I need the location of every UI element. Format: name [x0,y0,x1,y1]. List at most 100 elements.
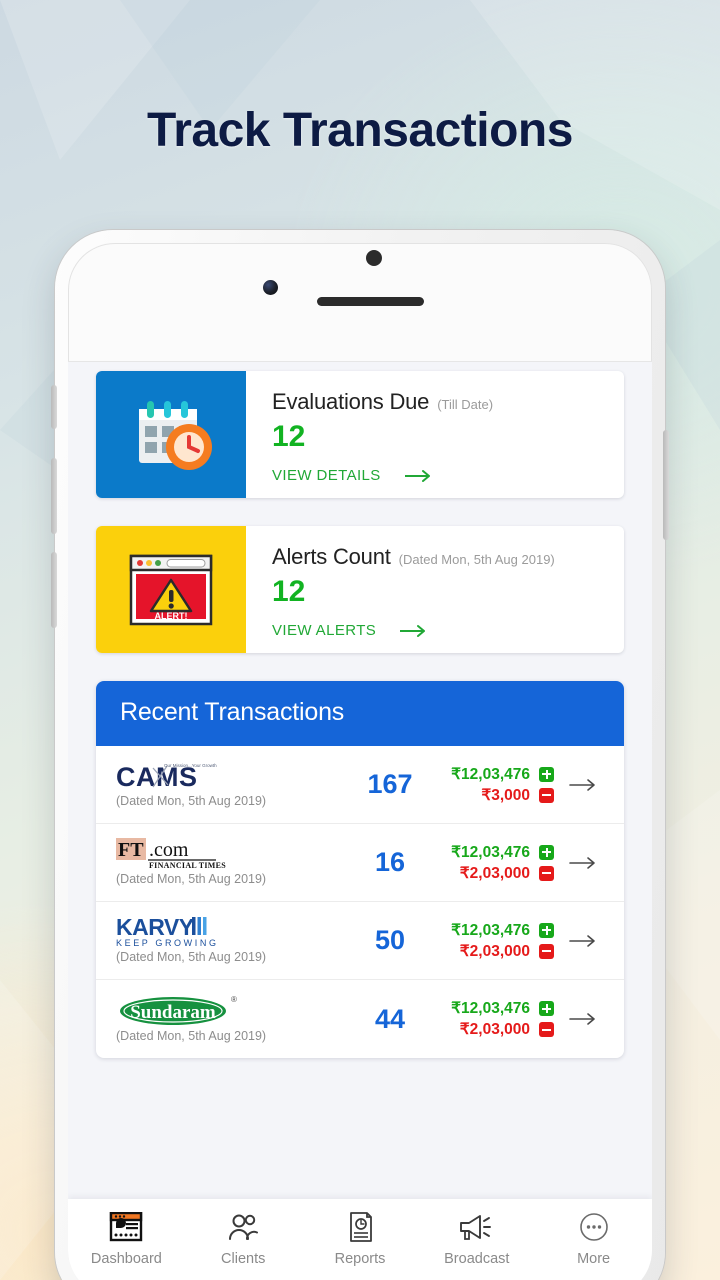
nav-label: Reports [334,1251,386,1267]
arrow-right-icon [400,624,426,637]
row-amounts: ₹12,03,476 ₹2,03,000 [446,843,560,883]
row-arrow-button[interactable] [560,1012,608,1026]
row-amounts: ₹12,03,476 ₹2,03,000 [446,999,560,1039]
svg-text:ALERT!: ALERT! [155,611,188,621]
earpiece-speaker [317,297,424,306]
phone-screen-area: Evaluations Due (Till Date) 12 VIEW DETA… [68,243,652,1280]
sundaram-logo: Sundaram ® [116,995,334,1026]
svg-text:Sundaram: Sundaram [130,1002,216,1023]
phone-button-power [663,430,669,540]
row-count: 167 [367,769,413,799]
nav-item-reports[interactable]: Reports [302,1210,419,1267]
card-body: Evaluations Due (Till Date) 12 VIEW DETA… [246,371,624,498]
nav-item-clients[interactable]: Clients [185,1210,302,1267]
dashboard-icon [109,1210,143,1244]
row-date: (Dated Mon, 5th Aug 2019) [116,794,267,808]
row-amount-in: ₹12,03,476 [451,765,530,783]
plus-badge-icon [539,844,554,860]
phone-button-volume-up [51,458,57,534]
clients-icon [226,1210,260,1244]
bottom-navigation: Dashboard Clients Reports Broadcast More [68,1199,652,1280]
row-count: 50 [374,925,406,955]
plus-badge-icon [539,1001,554,1016]
row-count: 16 [374,847,406,877]
reports-icon [343,1210,377,1244]
row-amount-in: ₹12,03,476 [451,921,530,939]
svg-text:®: ® [231,995,237,1004]
card-count: 12 [272,420,306,453]
table-row[interactable]: Sundaram ® (Dated Mon, 5th Aug 2019) 44 … [96,980,624,1058]
minus-badge-icon [539,943,554,959]
svg-text:KEEP GROWING: KEEP GROWING [116,938,219,948]
plus-badge-icon [539,922,554,938]
view-alerts-label: VIEW ALERTS [272,622,377,639]
arrow-right-icon [569,778,595,791]
svg-text:FT: FT [118,839,144,861]
minus-badge-icon [539,787,554,803]
svg-text:FINANCIAL TIMES: FINANCIAL TIMES [149,861,226,870]
sensor-dot-icon [366,250,382,266]
nav-label: Dashboard [90,1251,162,1267]
card-count: 12 [272,575,306,608]
row-amount-in: ₹12,03,476 [451,843,530,861]
card-evaluations-due[interactable]: Evaluations Due (Till Date) 12 VIEW DETA… [96,371,624,498]
page-title: Track Transactions [147,104,573,157]
view-details-button[interactable]: VIEW DETAILS [272,467,624,484]
nav-label: Broadcast [444,1251,510,1267]
row-company: Sundaram ® (Dated Mon, 5th Aug 2019) [116,995,334,1043]
svg-text:Our Mission...Your Growth: Our Mission...Your Growth [164,763,217,768]
nav-item-more[interactable]: More [535,1210,652,1267]
row-date: (Dated Mon, 5th Aug 2019) [116,872,267,886]
minus-badge-icon [539,1022,554,1037]
card-body: Alerts Count (Dated Mon, 5th Aug 2019) 1… [246,526,624,653]
card-title: Evaluations Due [272,389,430,414]
row-amount-out: ₹2,03,000 [459,942,530,960]
arrow-right-icon [404,469,430,482]
row-company: FT .com FINANCIAL TIMES (Dated Mon, 5th … [116,838,334,886]
ft-com-logo: FT .com FINANCIAL TIMES [116,838,334,870]
recent-transactions-card: Recent Transactions CAMS Our Mission...Y… [96,681,624,1058]
arrow-right-icon [569,1013,595,1025]
card-subtitle: (Till Date) [437,397,494,412]
nav-item-broadcast[interactable]: Broadcast [418,1210,535,1267]
cams-logo: CAMS Our Mission...Your Growth [116,761,334,792]
row-arrow-button[interactable] [560,856,608,870]
phone-button-silent [51,385,57,429]
card-title: Alerts Count [272,544,391,569]
alert-window-icon: ALERT! [96,526,246,653]
row-company: CAMS Our Mission...Your Growth (Dated Mo… [116,761,334,808]
calendar-clock-icon [96,371,246,498]
minus-badge-icon [539,865,554,881]
karvy-logo: KARVY KEEP GROWING [116,915,334,948]
app-screen: Evaluations Due (Till Date) 12 VIEW DETA… [68,361,652,1280]
row-amounts: ₹12,03,476 ₹2,03,000 [446,921,560,961]
screen-top-divider [68,361,652,362]
nav-label: More [577,1251,611,1267]
more-ellipsis-icon [579,1210,609,1244]
view-details-label: VIEW DETAILS [272,467,381,484]
card-subtitle: (Dated Mon, 5th Aug 2019) [398,552,555,567]
table-row[interactable]: KARVY KEEP GROWING (Dated Mon, 5th Aug 2… [96,902,624,980]
row-amount-in: ₹12,03,476 [451,1000,530,1017]
view-alerts-button[interactable]: VIEW ALERTS [272,622,624,639]
table-row[interactable]: FT .com FINANCIAL TIMES (Dated Mon, 5th … [96,824,624,902]
front-camera-icon [263,280,278,295]
row-amounts: ₹12,03,476 ₹3,000 [446,765,560,805]
nav-item-dashboard[interactable]: Dashboard [68,1210,185,1267]
row-company: KARVY KEEP GROWING (Dated Mon, 5th Aug 2… [116,915,334,964]
row-amount-out: ₹2,03,000 [459,864,530,882]
card-alerts-count[interactable]: ALERT! Alerts Count (Dated Mon, 5th Aug … [96,526,624,653]
plus-badge-icon [539,766,554,782]
arrow-right-icon [569,934,595,947]
row-amount-out: ₹3,000 [481,786,530,804]
recent-transactions-header: Recent Transactions [96,681,624,746]
svg-text:KARVY: KARVY [116,915,194,940]
table-row[interactable]: CAMS Our Mission...Your Growth (Dated Mo… [96,746,624,824]
svg-text:.com: .com [149,839,189,861]
row-arrow-button[interactable] [560,934,608,948]
row-date: (Dated Mon, 5th Aug 2019) [116,950,267,964]
row-arrow-button[interactable] [560,778,608,792]
app-content: Evaluations Due (Till Date) 12 VIEW DETA… [68,361,652,1058]
row-date: (Dated Mon, 5th Aug 2019) [116,1028,267,1043]
arrow-right-icon [569,856,595,869]
